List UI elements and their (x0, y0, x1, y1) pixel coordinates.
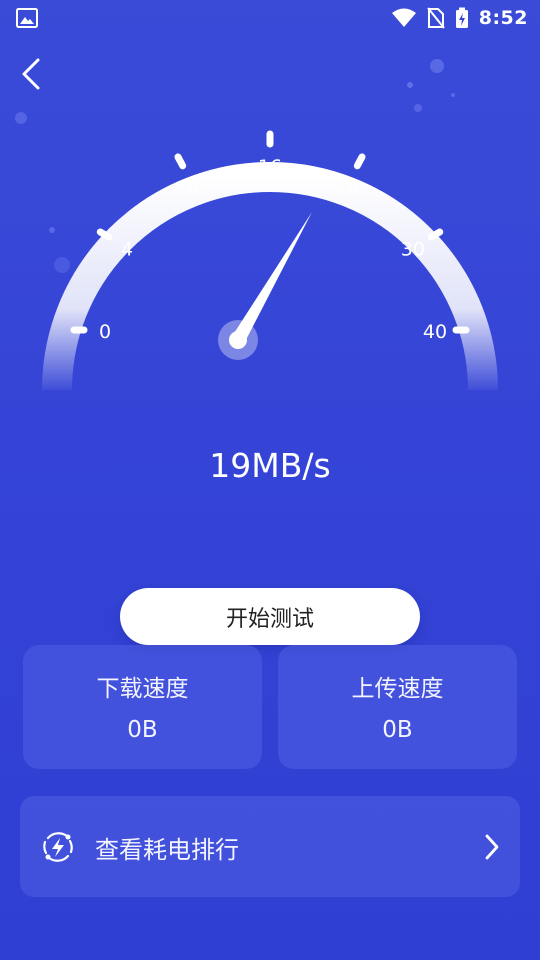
no-sim-icon (426, 7, 445, 29)
gauge-tick-30 (427, 228, 444, 241)
upload-speed-label: 上传速度 (351, 676, 444, 702)
power-ranking-label: 查看耗电排行 (95, 836, 239, 864)
download-speed-label: 下载速度 (96, 676, 189, 702)
status-bar: 8:52 (0, 0, 540, 36)
image-icon (16, 8, 38, 28)
gauge-label-30: 30 (401, 239, 425, 261)
gauge-label-16: 16 (258, 156, 282, 178)
speed-gauge: 0 4 8 16 20 30 40 (42, 130, 498, 391)
gauge-label-20: 20 (335, 175, 359, 197)
gauge-label-8: 8 (186, 175, 198, 197)
current-speed: 19MB/s (209, 446, 331, 485)
gauge-needle (218, 212, 312, 360)
download-speed-value: 0B (127, 717, 158, 743)
status-time: 8:52 (478, 7, 528, 29)
bolt-refresh-icon (43, 832, 73, 862)
gauge-tick-20 (353, 153, 366, 170)
chevron-right-icon (485, 834, 499, 860)
needle-hub (229, 331, 247, 349)
gauge-tick-4 (96, 228, 113, 241)
wifi-icon (391, 8, 416, 27)
gauge-label-0: 0 (99, 321, 111, 343)
gauge-label-4: 4 (121, 239, 133, 261)
upload-speed-card: 上传速度 0B (278, 645, 517, 769)
upload-speed-value: 0B (382, 717, 413, 743)
start-test-button[interactable]: 开始测试 (120, 588, 420, 645)
power-ranking-row[interactable]: 查看耗电排行 (20, 796, 520, 897)
battery-charging-icon (455, 7, 468, 28)
gauge-tick-8 (174, 153, 187, 170)
gauge-label-40: 40 (423, 321, 447, 343)
download-speed-card: 下载速度 0B (23, 645, 262, 769)
